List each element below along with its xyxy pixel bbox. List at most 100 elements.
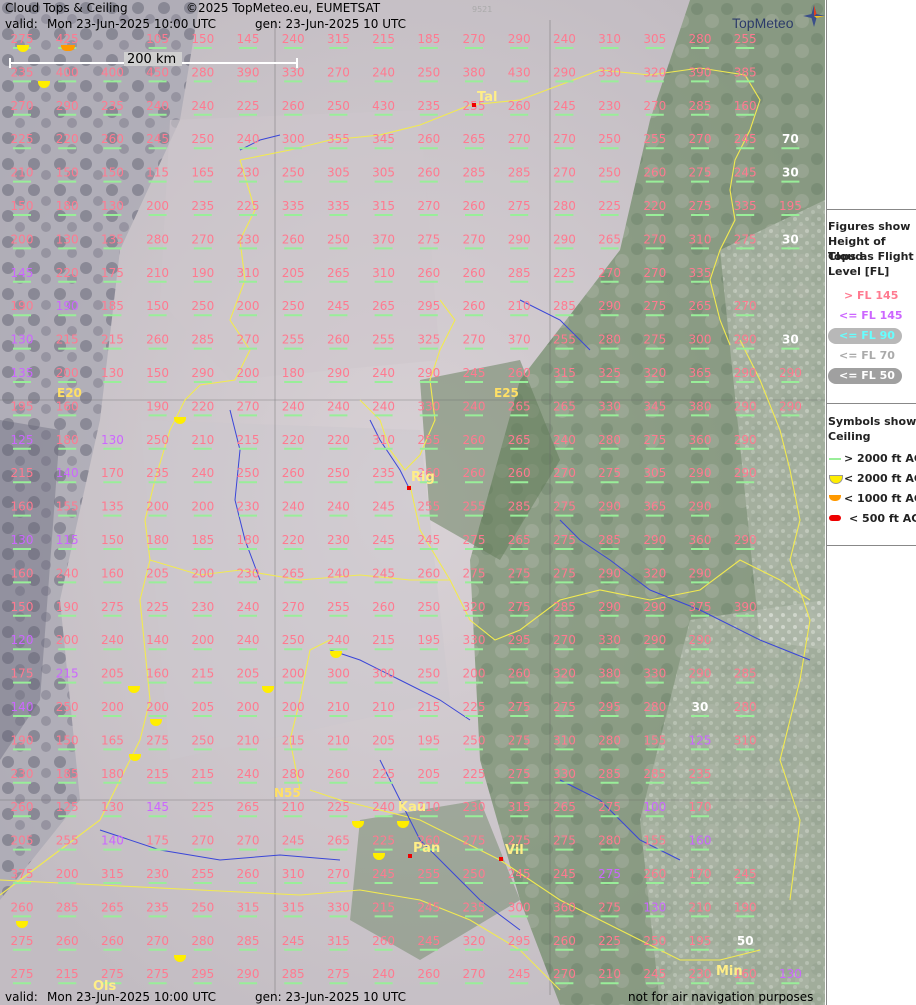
- cloud-top-value: 270: [282, 600, 305, 614]
- cloud-top-value: 220: [191, 399, 214, 413]
- cloud-top-value: 250: [282, 166, 305, 180]
- cloud-top-value: 160: [146, 667, 169, 681]
- cloud-top-value: 345: [643, 399, 666, 413]
- cloud-top-value: 230: [191, 600, 214, 614]
- city-label-rig: Rig: [411, 470, 435, 485]
- cloud-top-value: 240: [372, 800, 395, 814]
- cloud-top-value: 260: [417, 967, 440, 981]
- cloud-top-value: 125: [11, 433, 34, 447]
- cloud-top-value: 260: [508, 466, 531, 480]
- cloud-top-value: 355: [327, 132, 350, 146]
- cloud-top-value: 235: [146, 466, 169, 480]
- cloud-top-value: 190: [191, 266, 214, 280]
- cloud-top-value: 255: [417, 500, 440, 514]
- cloud-top-value: 160: [689, 834, 712, 848]
- cloud-top-value: 170: [101, 466, 124, 480]
- cloud-top-value: 275: [553, 533, 576, 547]
- cloud-top-value: 275: [598, 900, 621, 914]
- cloud-top-value: 230: [146, 867, 169, 881]
- cloud-top-value: 215: [191, 667, 214, 681]
- cloud-top-value: 275: [689, 199, 712, 213]
- cloud-top-value: 320: [643, 566, 666, 580]
- cloud-top-value: 380: [598, 667, 621, 681]
- cloud-top-value: 375: [689, 600, 712, 614]
- cloud-top-value: 200: [191, 500, 214, 514]
- cloud-top-value: 275: [508, 700, 531, 714]
- cloud-top-value: 380: [463, 65, 486, 79]
- cloud-top-value: 275: [417, 232, 440, 246]
- scale-label: 200 km: [127, 52, 177, 67]
- cloud-top-value: 240: [237, 767, 260, 781]
- cloud-top-value: 255: [372, 333, 395, 347]
- cloud-top-value: 255: [56, 834, 79, 848]
- cloud-top-value: 260: [237, 867, 260, 881]
- cloud-top-value: 235: [689, 767, 712, 781]
- cloud-top-value: 245: [372, 500, 395, 514]
- cloud-top-value: 220: [56, 266, 79, 280]
- copyright: ©2025 TopMeteo.eu, EUMETSAT: [186, 1, 381, 15]
- cloud-top-value: 160: [11, 500, 34, 514]
- cloud-top-value: 150: [146, 299, 169, 313]
- cloud-top-value: 290: [734, 433, 757, 447]
- cloud-top-value: 270: [327, 867, 350, 881]
- cloud-top-value: 275: [553, 500, 576, 514]
- cloud-top-value: 290: [191, 366, 214, 380]
- cloud-top-value: 285: [553, 600, 576, 614]
- cloud-top-value: 270: [237, 399, 260, 413]
- cloud-top-value: 280: [598, 333, 621, 347]
- cloud-top-value: 250: [191, 900, 214, 914]
- cloud-top-value: 330: [463, 633, 486, 647]
- cloud-top-value: 240: [327, 500, 350, 514]
- cloud-top-value: 240: [282, 500, 305, 514]
- cloud-top-value: 210: [598, 967, 621, 981]
- cloud-top-value: 190: [11, 733, 34, 747]
- cloud-top-value: 330: [282, 65, 305, 79]
- cloud-top-value: 250: [463, 733, 486, 747]
- cloud-top-value: 310: [689, 232, 712, 246]
- cloud-top-value: 260: [508, 366, 531, 380]
- city-label-min: Min: [716, 964, 743, 979]
- cloud-top-value: 280: [689, 32, 712, 46]
- cloud-top-value: 30: [782, 333, 799, 347]
- legend-item-fl145: <= FL 145: [839, 309, 903, 322]
- cloud-top-value: 240: [282, 32, 305, 46]
- satellite-map[interactable]: 275 425 105 150 145 240 315 215 185 270 290 240 310 3…: [0, 0, 825, 1005]
- cloud-top-value: 205: [237, 667, 260, 681]
- cloud-top-value: 290: [779, 399, 802, 413]
- cloud-top-value: 150: [101, 533, 124, 547]
- cloud-top-value: 290: [643, 533, 666, 547]
- cloud-top-value: 330: [643, 667, 666, 681]
- cloud-top-value: 245: [508, 967, 531, 981]
- cloud-top-value: 335: [689, 266, 712, 280]
- cloud-top-value: 140: [11, 700, 34, 714]
- cloud-top-value: 260: [282, 466, 305, 480]
- cloud-top-value: 165: [191, 166, 214, 180]
- cloud-top-value: 250: [327, 466, 350, 480]
- cloud-top-value: 280: [734, 700, 757, 714]
- cloud-top-value: 225: [372, 834, 395, 848]
- cloud-top-value: 280: [191, 934, 214, 948]
- cloud-top-value: 250: [327, 232, 350, 246]
- cloud-top-value: 225: [463, 700, 486, 714]
- cloud-top-value: 240: [463, 399, 486, 413]
- cloud-top-value: 290: [734, 399, 757, 413]
- cloud-top-value: 195: [11, 399, 34, 413]
- cloud-top-value: 245: [553, 867, 576, 881]
- cloud-top-value: 200: [56, 366, 79, 380]
- cloud-top-value: 160: [11, 566, 34, 580]
- cloud-top-value: 260: [146, 333, 169, 347]
- cloud-top-value: 290: [779, 366, 802, 380]
- cloud-top-value: 225: [237, 199, 260, 213]
- cloud-top-value: 200: [237, 366, 260, 380]
- cloud-top-value: 165: [101, 733, 124, 747]
- cloud-top-value: 150: [11, 600, 34, 614]
- cloud-top-value: 265: [508, 433, 531, 447]
- cloud-top-value: 180: [146, 533, 169, 547]
- gen-time: gen: 23-Jun-2025 10 UTC: [255, 17, 407, 31]
- cloud-top-value: 240: [191, 466, 214, 480]
- cloud-top-value: 260: [643, 867, 666, 881]
- cloud-top-value: 275: [553, 834, 576, 848]
- cloud-top-value: 215: [372, 633, 395, 647]
- cloud-top-value: 300: [508, 900, 531, 914]
- legend-divider: [827, 209, 916, 210]
